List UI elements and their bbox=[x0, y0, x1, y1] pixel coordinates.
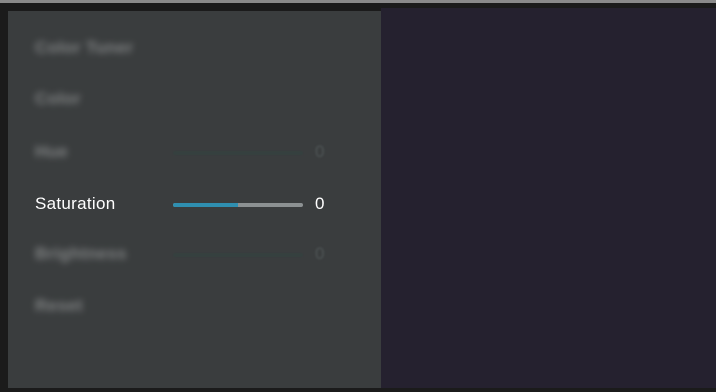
hue-slider[interactable] bbox=[173, 151, 303, 155]
menu-item-label: Color bbox=[35, 89, 81, 108]
menu-item-saturation[interactable]: Saturation 0 bbox=[8, 184, 381, 224]
brightness-slider[interactable] bbox=[173, 253, 303, 257]
menu-item-color[interactable]: Color bbox=[8, 79, 381, 119]
menu-item-reset[interactable]: Reset bbox=[8, 286, 381, 326]
brightness-value: 0 bbox=[315, 244, 325, 263]
menu-item-label: Reset bbox=[35, 296, 83, 315]
menu-item-color-tuner[interactable]: Color Tuner bbox=[8, 28, 381, 68]
menu-item-hue[interactable]: Hue 0 bbox=[8, 132, 381, 172]
menu-item-label: Color Tuner bbox=[35, 38, 134, 57]
saturation-slider-fill bbox=[173, 203, 238, 207]
hue-value: 0 bbox=[315, 142, 325, 161]
saturation-slider[interactable] bbox=[173, 203, 303, 207]
menu-item-label: Brightness bbox=[35, 244, 127, 263]
menu-item-label: Saturation bbox=[35, 194, 116, 213]
preview-area bbox=[381, 8, 716, 388]
menu-item-label: Hue bbox=[35, 142, 69, 161]
saturation-value: 0 bbox=[315, 194, 325, 213]
tv-screen: Color Tuner Color Hue 0 Saturation 0 Bri… bbox=[0, 0, 716, 392]
top-border bbox=[0, 0, 716, 3]
color-tuner-menu: Color Tuner Color Hue 0 Saturation 0 Bri… bbox=[8, 11, 381, 388]
menu-item-brightness[interactable]: Brightness 0 bbox=[8, 234, 381, 274]
